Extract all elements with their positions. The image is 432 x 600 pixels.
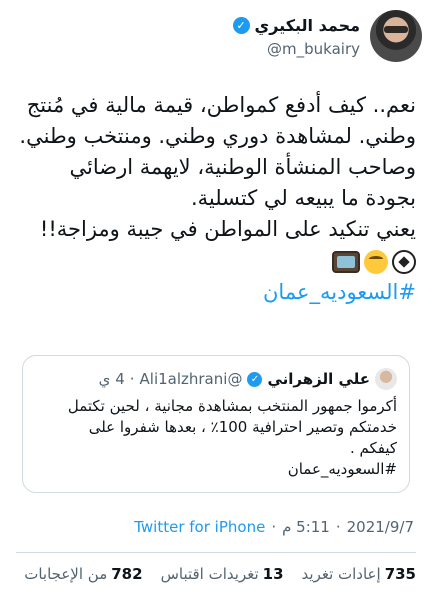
author-name[interactable]: محمد البكيري (255, 16, 360, 35)
tweet-line: نعم.. كيف أدفع كمواطن، قيمة مالية في مُن… (26, 93, 416, 117)
author-name-line[interactable]: محمد البكيري ✓ (232, 16, 360, 35)
quoted-time: 4 ي (98, 370, 125, 388)
likes-label: من الإعجابات (24, 565, 108, 583)
quoted-sep: · (129, 370, 135, 388)
tweet-text: نعم.. كيف أدفع كمواطن، قيمة مالية في مُن… (16, 90, 416, 308)
monocle-face-icon (364, 250, 388, 274)
quoted-line: أكرموا جمهور المنتخب بمشاهدة مجانية ، لح… (67, 397, 397, 415)
tweet-source-link[interactable]: Twitter for iPhone (134, 518, 265, 536)
tweet-line: وطني. لمشاهدة دوري وطني. ومنتخب وطني. (19, 124, 416, 148)
likes-count: 782 (111, 565, 143, 583)
retweets-count: 735 (384, 565, 416, 583)
tweet-header: محمد البكيري ✓ @m_bukairy (0, 8, 432, 72)
engagement-stats: 735إعادات تغريد 13تغريدات اقتباس 782من ا… (24, 565, 416, 583)
quoted-tweet-card[interactable]: علي الزهراني ✓ @Ali1alzhrani · 4 ي أكرمو… (22, 355, 410, 493)
hashtag-link[interactable]: #السعوديه_عمان (16, 277, 416, 308)
quoted-line: خدمتكم وتصير احترافية 100٪ ، بعدها شفروا… (88, 418, 397, 436)
quoted-author-name: علي الزهراني (267, 370, 370, 388)
author-handle[interactable]: @m_bukairy (267, 40, 360, 58)
retweets-stat[interactable]: 735إعادات تغريد (302, 565, 416, 583)
tweet-line: وصاحب المنشأة الوطنية، لايهمة ارضائي (69, 155, 416, 179)
quoted-author-handle: @Ali1alzhrani (139, 370, 243, 388)
quoted-author-avatar (375, 368, 397, 390)
meta-sep: · (271, 518, 277, 536)
quotes-count: 13 (262, 565, 284, 583)
divider (16, 552, 416, 553)
author-avatar[interactable] (370, 10, 422, 62)
tweet-line: يعني تنكيد على المواطن في جيبة ومزاجة!! (39, 217, 416, 241)
likes-stat[interactable]: 782من الإعجابات (24, 565, 142, 583)
meta-sep: · (335, 518, 341, 536)
quotes-label: تغريدات اقتباس (160, 565, 259, 583)
quoted-tweet-text: أكرموا جمهور المنتخب بمشاهدة مجانية ، لح… (33, 396, 397, 480)
quoted-line: #السعوديه_عمان (287, 460, 397, 478)
soccer-ball-icon (392, 250, 416, 274)
tweet-meta: 2021/9/7 · 5:11 م · Twitter for iPhone (134, 518, 414, 536)
tweet-line: بجودة ما يبيعه لي كتسلية. (190, 186, 416, 210)
quoted-tweet-header: علي الزهراني ✓ @Ali1alzhrani · 4 ي (99, 368, 397, 390)
tweet-time: 5:11 م (282, 518, 330, 536)
quotes-stat[interactable]: 13تغريدات اقتباس (161, 565, 284, 583)
verified-badge-icon: ✓ (247, 371, 263, 387)
emoji-row (16, 247, 416, 277)
tweet-date: 2021/9/7 (346, 518, 414, 536)
television-icon (332, 251, 360, 273)
quoted-line: كيفكم . (349, 439, 397, 457)
verified-badge-icon: ✓ (232, 17, 250, 34)
retweets-label: إعادات تغريد (301, 565, 381, 583)
